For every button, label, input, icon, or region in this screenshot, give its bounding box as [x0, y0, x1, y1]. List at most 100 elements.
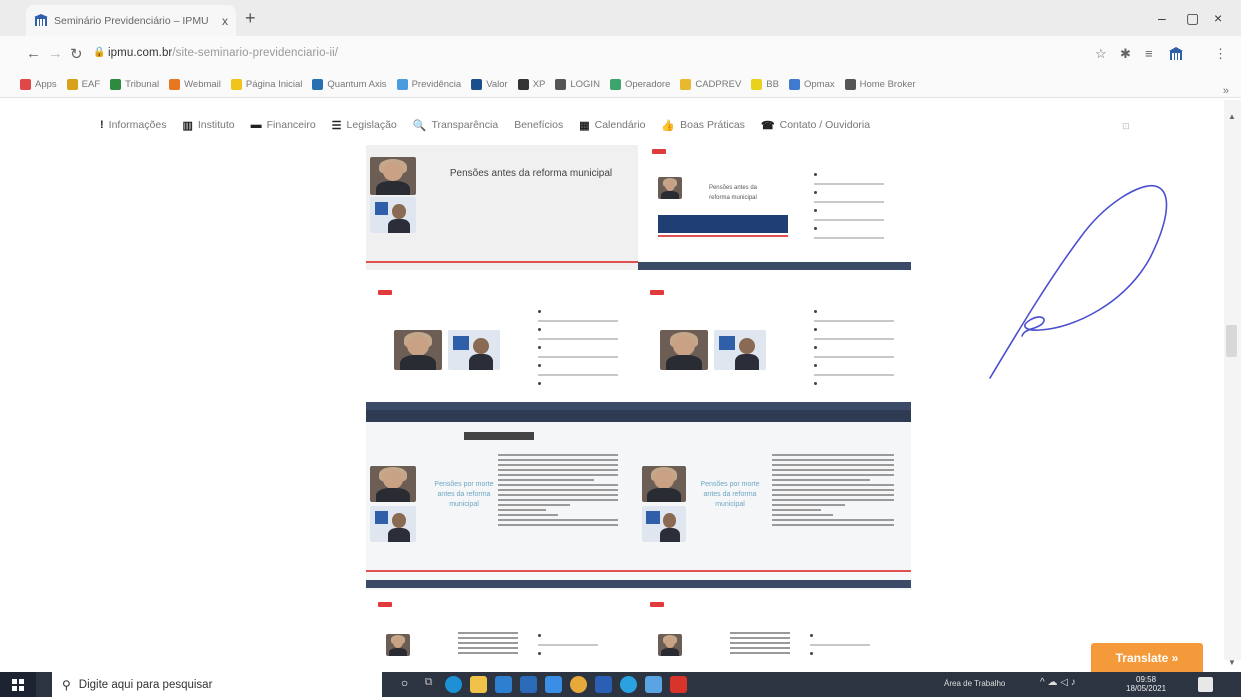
cortana-icon[interactable]: ○ [396, 676, 413, 693]
yt-logo-icon-5 [650, 602, 664, 607]
translate-button[interactable]: Translate » [1091, 643, 1203, 673]
nav-contato-icon: ☎ [760, 119, 775, 132]
slide-title: Pensões antes da reforma municipal [449, 168, 613, 179]
scroll-thumb[interactable] [1226, 325, 1237, 357]
reload-icon[interactable]: ↻ [70, 45, 83, 63]
bookmark-cadprev[interactable]: CADPREV [680, 79, 741, 90]
nav-financeiro-label: Financeiro [266, 119, 316, 131]
bookmark-xp[interactable]: XP [517, 79, 545, 90]
nav-search-icon[interactable]: ⊡ [1122, 121, 1130, 132]
nav-calendario[interactable]: ▦ Calendário [579, 119, 645, 132]
forward-arrow-icon[interactable]: → [48, 45, 63, 62]
screenshot-panel-3 [366, 270, 638, 410]
file-explorer-icon[interactable] [470, 676, 487, 693]
tab-close-icon[interactable]: x [222, 14, 228, 28]
bookmark-label: EAF [81, 79, 101, 90]
bookmark-icon [751, 79, 763, 90]
nav-legislacao-label: Legislação [346, 119, 397, 131]
skype-icon[interactable] [620, 676, 637, 693]
nav-transparencia[interactable]: 🔍 Transparência [413, 119, 498, 132]
bookmark-bb[interactable]: BB [751, 79, 779, 90]
url-field[interactable]: ipmu.com.br/site-seminario-previdenciari… [108, 47, 338, 59]
mail-icon[interactable] [520, 676, 537, 693]
start-button[interactable] [0, 672, 36, 697]
ipmu-extension-icon[interactable] [1168, 47, 1184, 61]
star-icon[interactable]: ☆ [1095, 46, 1107, 62]
bookmarks-more-icon[interactable]: » [1223, 85, 1229, 97]
scroll-down-icon[interactable]: ▼ [1228, 658, 1236, 667]
bookmark-webmail[interactable]: Webmail [169, 79, 221, 90]
slide-teal-title-left: Pensões por morte antes da reforma munic… [434, 481, 494, 508]
clock[interactable]: 09:58 18/05/2021 [1126, 675, 1166, 693]
bookmark-opmax[interactable]: Opmax [788, 79, 835, 90]
menu-dots-icon[interactable]: ⋮ [1214, 46, 1227, 62]
presenter-video-8 [370, 506, 416, 542]
tray-icons[interactable]: ^ ☁ ◁ ♪ [1040, 677, 1076, 688]
nav-legislacao-icon: ☰ [331, 119, 342, 132]
screenshot-panel-7 [366, 590, 638, 660]
bookmark-label: CADPREV [695, 79, 742, 90]
calculator-icon[interactable] [645, 676, 662, 693]
minimize-button[interactable]: – [1158, 10, 1166, 26]
bookmark-icon [788, 79, 800, 90]
maximize-button[interactable]: ▢ [1186, 10, 1199, 27]
chrome-icon[interactable] [570, 676, 587, 693]
scrollbar[interactable] [1224, 100, 1241, 660]
bookmark-label: BB [766, 79, 779, 90]
edge-icon[interactable] [445, 676, 462, 693]
taskbar-search-placeholder: Digite aqui para pesquisar [78, 678, 213, 691]
acrobat-icon[interactable] [670, 676, 687, 693]
bookmark-tribunal[interactable]: Tribunal [110, 79, 159, 90]
nav-financeiro-icon: ▬ [250, 119, 262, 131]
bookmark-valor[interactable]: Valor [471, 79, 508, 90]
close-window-button[interactable]: × [1214, 10, 1222, 26]
bookmark-home-broker[interactable]: Home Broker [844, 79, 916, 90]
caption-box [464, 432, 534, 440]
presenter-thumb-8 [658, 634, 682, 656]
reading-list-icon[interactable]: ≡ [1145, 46, 1153, 61]
nav-beneficios-label: Benefícios [514, 119, 564, 131]
taskbar-search[interactable]: ⚲ Digite aqui para pesquisar [52, 672, 382, 697]
tab-strip: Seminário Previdenciário – IPMU x + – ▢ … [0, 0, 1241, 36]
window-bar-6 [638, 410, 911, 422]
nav-beneficios[interactable]: Benefícios [514, 119, 563, 131]
task-view-icon[interactable]: ⧉ [420, 676, 437, 693]
browser-tab[interactable]: Seminário Previdenciário – IPMU x [26, 5, 236, 36]
bookmark-label: LOGIN [570, 79, 600, 90]
bookmark-eaf[interactable]: EAF [66, 79, 101, 90]
notifications-icon[interactable] [1198, 677, 1213, 692]
presenter-video-3 [394, 330, 442, 370]
word-icon[interactable] [595, 676, 612, 693]
window-bar-5 [366, 410, 638, 422]
comments-column-7 [538, 634, 598, 660]
bookmark-previd-ncia[interactable]: Previdência [396, 79, 461, 90]
nav-informacoes[interactable]: ! Informações [100, 119, 166, 131]
nav-legislacao[interactable]: ☰ Legislação [332, 119, 397, 132]
scroll-up-icon[interactable]: ▲ [1228, 112, 1236, 121]
chat-overlay [658, 215, 788, 233]
bookmark-p-gina-inicial[interactable]: Página Inicial [230, 79, 302, 90]
nav-boas-praticas[interactable]: 👍 Boas Práticas [661, 119, 744, 132]
nav-boas-praticas-label: Boas Práticas [680, 119, 745, 131]
bookmark-apps[interactable]: Apps [20, 79, 57, 90]
taskbar-strip-5 [366, 580, 638, 588]
app-l-icon[interactable] [545, 676, 562, 693]
new-tab-button[interactable]: + [245, 8, 256, 29]
comments-column-4 [814, 310, 894, 392]
nav-instituto[interactable]: ▥ Instituto [182, 119, 234, 132]
puzzle-icon[interactable]: ✱ [1120, 46, 1131, 62]
desktop-toolbar-label[interactable]: Área de Trabalho [944, 679, 1005, 688]
bookmark-icon [230, 79, 242, 90]
taskbar-strip-4 [638, 402, 911, 410]
bookmark-label: Quantum Axis [327, 79, 387, 90]
bookmark-operadore[interactable]: Operadore [609, 79, 670, 90]
bookmark-quantum-axis[interactable]: Quantum Axis [312, 79, 387, 90]
bookmark-icon [110, 79, 122, 90]
nav-contato[interactable]: ☎ Contato / Ouvidoria [761, 119, 870, 132]
store-icon[interactable] [495, 676, 512, 693]
search-icon: ⚲ [62, 677, 71, 692]
screen: Seminário Previdenciário – IPMU x + – ▢ … [0, 0, 1241, 697]
back-arrow-icon[interactable]: ← [26, 45, 41, 62]
nav-financeiro[interactable]: ▬ Financeiro [251, 119, 316, 131]
bookmark-login[interactable]: LOGIN [555, 79, 600, 90]
